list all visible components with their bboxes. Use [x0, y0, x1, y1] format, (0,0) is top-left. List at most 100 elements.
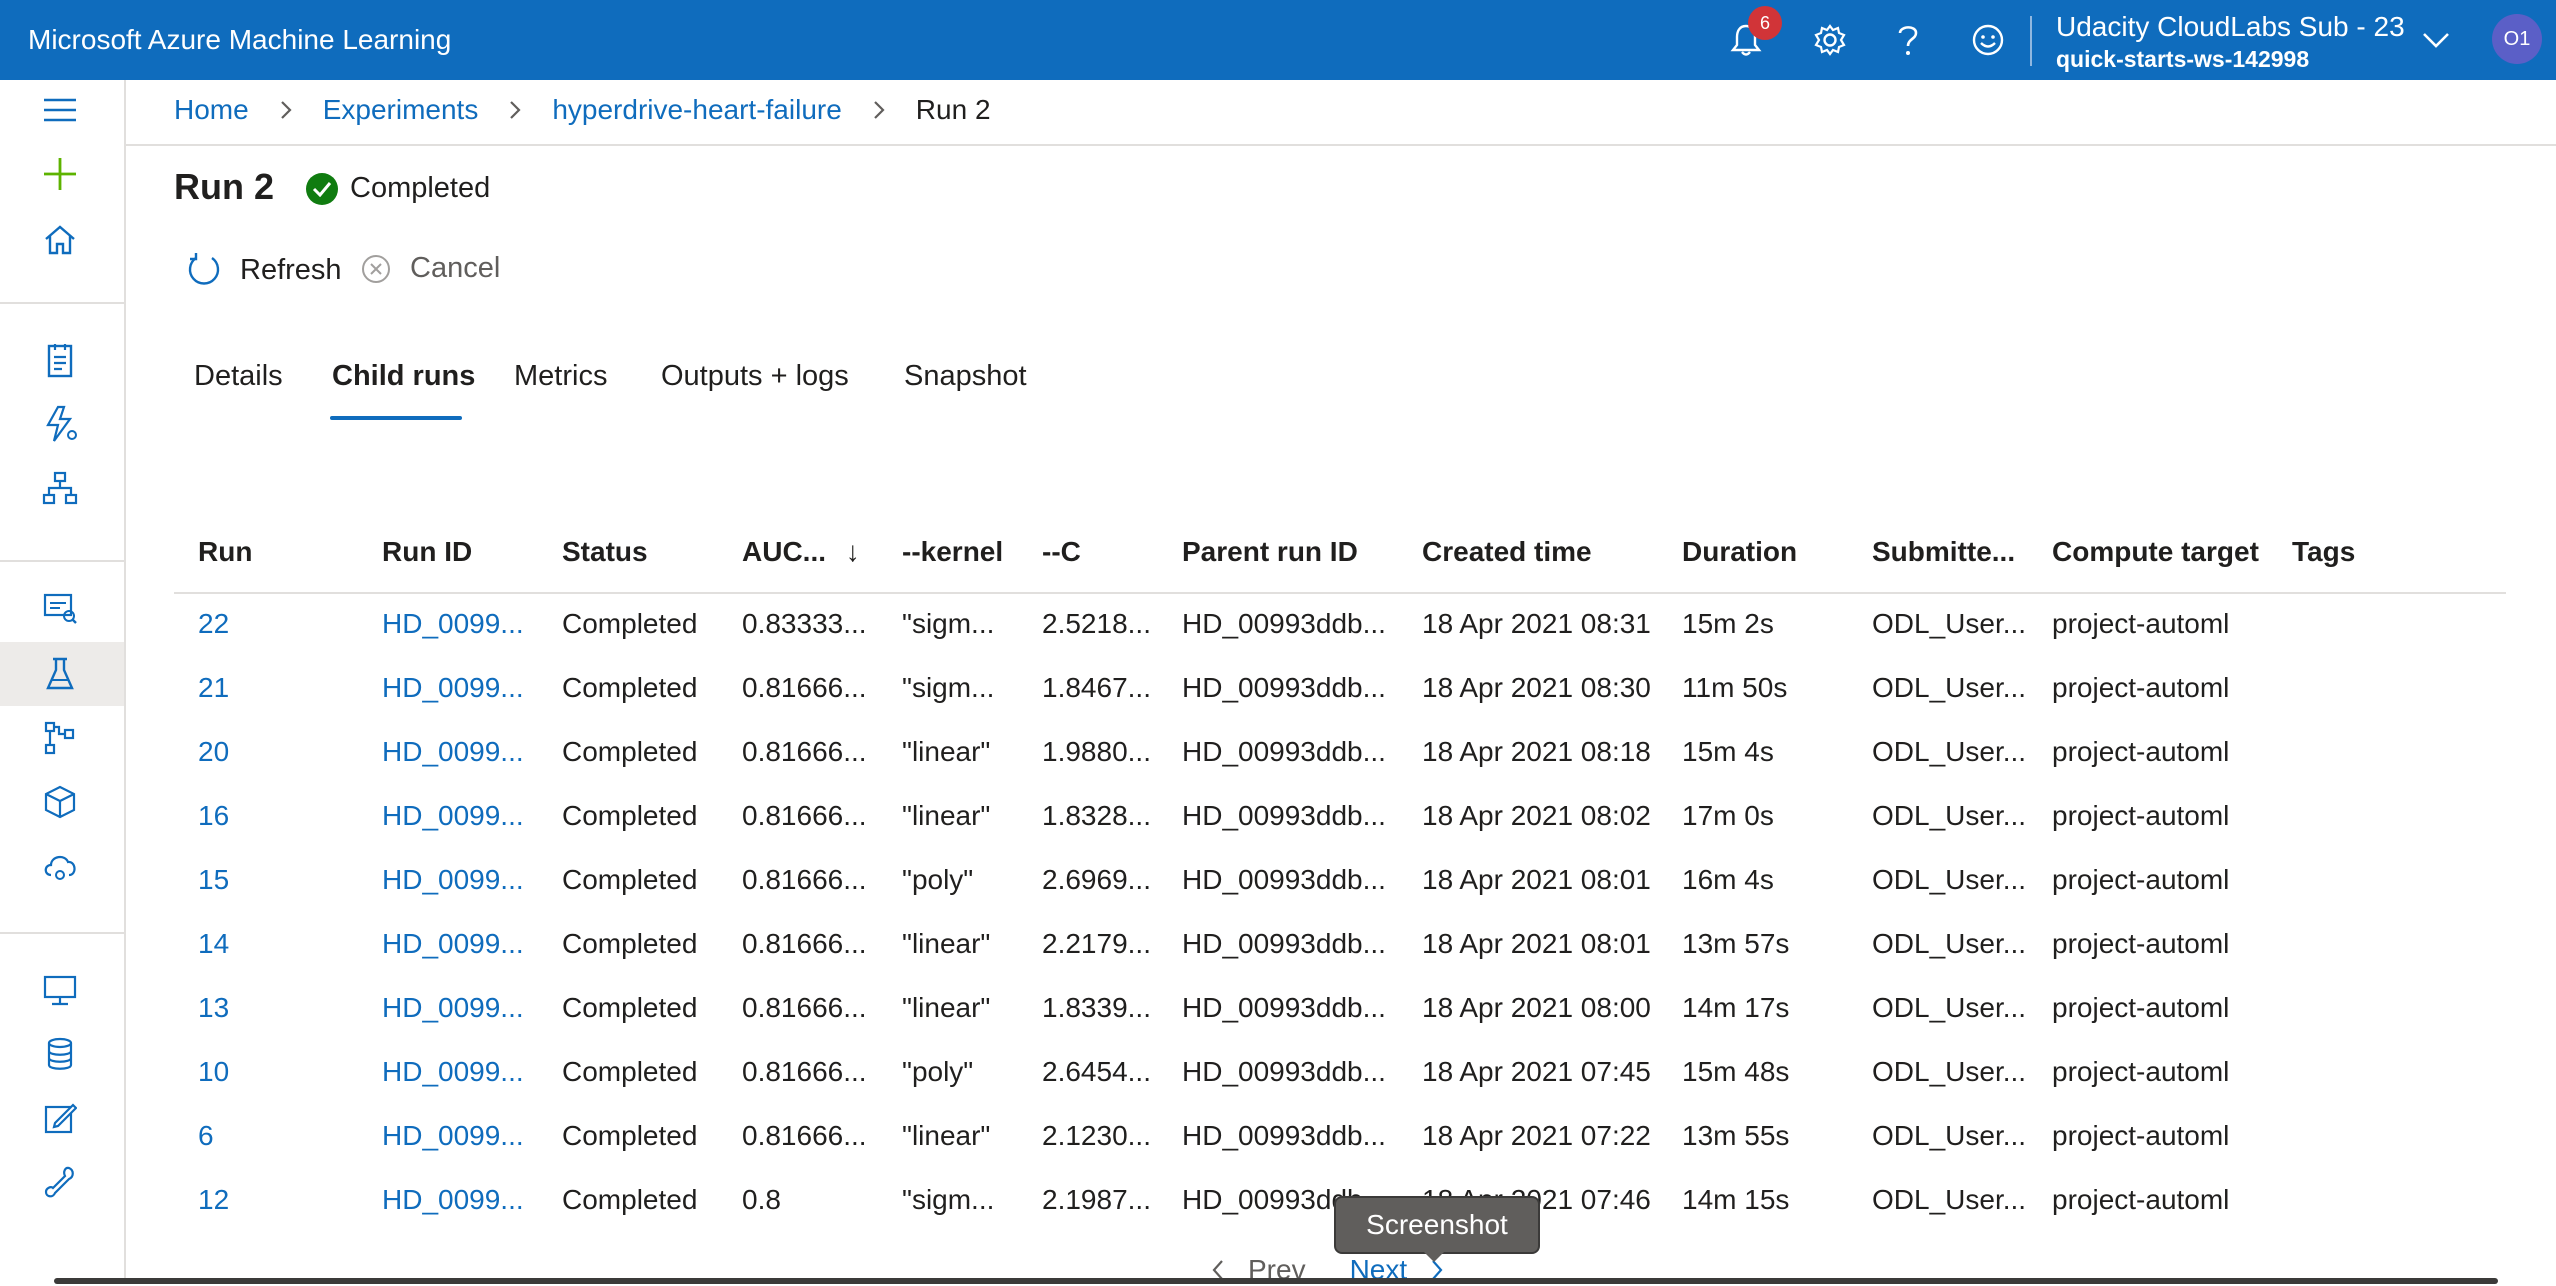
table-row[interactable]: 14 HD_0099... Completed 0.81666... "linear" 2… — [174, 914, 2506, 978]
cell-created-time: 18 Apr 2021 08:02 — [1422, 800, 1651, 831]
table-row[interactable]: 15 HD_0099... Completed 0.81666... "poly" 2.6… — [174, 850, 2506, 914]
cell-created-time: 18 Apr 2021 08:18 — [1422, 736, 1651, 767]
column-header-c[interactable]: --C — [1042, 536, 1081, 568]
hamburger-icon[interactable] — [36, 86, 84, 134]
cell-created-time: 18 Apr 2021 07:45 — [1422, 1056, 1651, 1087]
cell-run[interactable]: 22 — [198, 608, 229, 640]
cell-created-time: 18 Apr 2021 08:00 — [1422, 992, 1651, 1023]
cell-run[interactable]: 6 — [198, 1120, 214, 1152]
experiments-icon[interactable] — [36, 650, 84, 698]
cell-created-time: 18 Apr 2021 08:30 — [1422, 672, 1651, 703]
breadcrumb-experiment[interactable]: hyperdrive-heart-failure — [552, 94, 841, 126]
help-icon[interactable] — [1888, 20, 1928, 60]
cell-run[interactable]: 10 — [198, 1056, 229, 1088]
column-header-tags[interactable]: Tags — [2292, 536, 2355, 568]
cell-run[interactable]: 12 — [198, 1184, 229, 1216]
status-text: Completed — [350, 172, 491, 204]
automl-icon[interactable] — [36, 400, 84, 448]
datastores-icon[interactable] — [36, 1030, 84, 1078]
cell-run-id[interactable]: HD_0099... — [382, 992, 524, 1024]
cell-run[interactable]: 14 — [198, 928, 229, 960]
top-bar: Microsoft Azure Machine Learning 6 Udaci… — [0, 0, 2556, 80]
home-icon[interactable] — [36, 216, 84, 264]
breadcrumb: Home Experiments hyperdrive-heart-failur… — [174, 94, 991, 126]
cell-auc: 0.81666... — [742, 864, 867, 895]
cell-run[interactable]: 15 — [198, 864, 229, 896]
gear-icon[interactable] — [1810, 20, 1850, 60]
cell-kernel: "poly" — [902, 1056, 974, 1087]
cell-submitted-by: ODL_User... — [1872, 992, 2027, 1023]
cell-auc: 0.8 — [742, 1184, 781, 1215]
sort-descending-icon: ↓ — [845, 536, 860, 567]
table-row[interactable]: 13 HD_0099... Completed 0.81666... "linear" 1… — [174, 978, 2506, 1042]
breadcrumb-home[interactable]: Home — [174, 94, 249, 126]
column-header-created-time[interactable]: Created time — [1422, 536, 1592, 568]
cell-run-id[interactable]: HD_0099... — [382, 800, 524, 832]
cell-duration: 11m 50s — [1682, 672, 1788, 703]
linked-services-icon[interactable] — [36, 1158, 84, 1206]
labeling-icon[interactable] — [36, 1094, 84, 1142]
table-row[interactable]: 21 HD_0099... Completed 0.81666... "sigm... 1… — [174, 658, 2506, 722]
cell-run[interactable]: 20 — [198, 736, 229, 768]
cell-run[interactable]: 16 — [198, 800, 229, 832]
cell-run-id[interactable]: HD_0099... — [382, 1056, 524, 1088]
tab-child-runs[interactable]: Child runs — [332, 360, 475, 393]
table-row[interactable]: 16 HD_0099... Completed 0.81666... "linear" 1… — [174, 786, 2506, 850]
table-row[interactable]: 20 HD_0099... Completed 0.81666... "linear" 1… — [174, 722, 2506, 786]
cell-status: Completed — [562, 800, 698, 831]
cell-kernel: "sigm... — [902, 672, 995, 703]
compute-icon[interactable] — [36, 966, 84, 1014]
cell-run-id[interactable]: HD_0099... — [382, 1120, 524, 1152]
header-divider — [124, 144, 2556, 146]
table-row[interactable]: 22 HD_0099... Completed 0.83333... "sigm... 2… — [174, 594, 2506, 658]
app-title[interactable]: Microsoft Azure Machine Learning — [28, 24, 451, 56]
smiley-icon[interactable] — [1968, 20, 2008, 60]
cell-duration: 15m 4s — [1682, 736, 1774, 767]
account-switcher[interactable]: Udacity CloudLabs Sub - 23 quick-starts-… — [2056, 10, 2405, 74]
column-header-status[interactable]: Status — [562, 536, 648, 568]
column-header-run[interactable]: Run — [198, 536, 252, 568]
column-header-auc[interactable]: AUC... ↓ — [742, 536, 860, 568]
chevron-down-icon[interactable] — [2416, 20, 2456, 60]
models-icon[interactable] — [36, 778, 84, 826]
plus-icon[interactable] — [36, 150, 84, 198]
tab-snapshot[interactable]: Snapshot — [904, 360, 1027, 393]
cell-run[interactable]: 21 — [198, 672, 229, 704]
avatar[interactable]: O1 — [2492, 14, 2542, 64]
cell-compute-target: project-automl — [2052, 736, 2230, 767]
notebook-icon[interactable] — [36, 336, 84, 384]
pipelines-icon[interactable] — [36, 714, 84, 762]
cell-duration: 14m 15s — [1682, 1184, 1790, 1215]
column-header-duration[interactable]: Duration — [1682, 536, 1797, 568]
cell-run-id[interactable]: HD_0099... — [382, 1184, 524, 1216]
cell-parent-run-id: HD_00993ddb... — [1182, 864, 1386, 895]
cancel-icon — [360, 253, 392, 285]
breadcrumb-experiments[interactable]: Experiments — [323, 94, 479, 126]
cell-run[interactable]: 13 — [198, 992, 229, 1024]
cell-run-id[interactable]: HD_0099... — [382, 672, 524, 704]
column-header-compute-target[interactable]: Compute target — [2052, 536, 2259, 568]
column-header-run-id[interactable]: Run ID — [382, 536, 472, 568]
table-row[interactable]: 6 HD_0099... Completed 0.81666... "linear" 2.… — [174, 1106, 2506, 1170]
chevron-right-icon — [872, 99, 886, 121]
designer-icon[interactable] — [36, 464, 84, 512]
table-row[interactable]: 10 HD_0099... Completed 0.81666... "poly" 2.6… — [174, 1042, 2506, 1106]
nav-separator — [0, 560, 124, 562]
cell-compute-target: project-automl — [2052, 864, 2230, 895]
column-header-submitted-by[interactable]: Submitte... — [1872, 536, 2015, 568]
column-header-parent-run-id[interactable]: Parent run ID — [1182, 536, 1358, 568]
tab-outputs-logs[interactable]: Outputs + logs — [661, 360, 849, 393]
tab-metrics[interactable]: Metrics — [514, 360, 607, 393]
endpoints-icon[interactable] — [36, 842, 84, 890]
tab-details[interactable]: Details — [194, 360, 283, 393]
refresh-button[interactable]: Refresh — [186, 252, 342, 288]
cell-run-id[interactable]: HD_0099... — [382, 608, 524, 640]
column-header-kernel[interactable]: --kernel — [902, 536, 1003, 568]
datasets-icon[interactable] — [36, 584, 84, 632]
cancel-button[interactable]: Cancel — [360, 252, 500, 285]
cell-duration: 15m 2s — [1682, 608, 1774, 639]
cell-auc: 0.81666... — [742, 992, 867, 1023]
cell-run-id[interactable]: HD_0099... — [382, 928, 524, 960]
cell-run-id[interactable]: HD_0099... — [382, 736, 524, 768]
cell-run-id[interactable]: HD_0099... — [382, 864, 524, 896]
